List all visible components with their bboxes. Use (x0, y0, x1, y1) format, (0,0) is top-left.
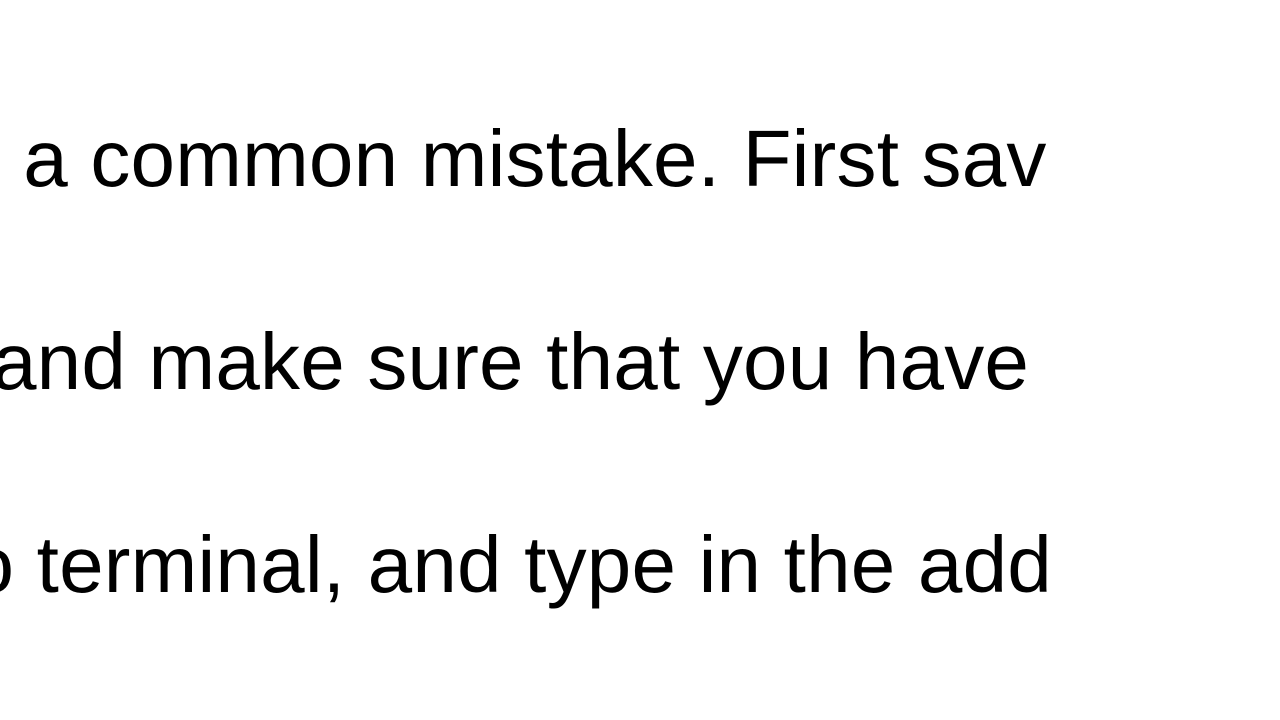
text-line-1: s is a common mistake. First sav (0, 114, 1047, 203)
text-line-2: er, and make sure that you have (0, 317, 1029, 406)
document-viewport: s is a common mistake. First sav er, and… (0, 0, 1280, 720)
text-line-3: o to terminal, and type in the add (0, 520, 1052, 609)
body-text: s is a common mistake. First sav er, and… (0, 6, 1280, 720)
